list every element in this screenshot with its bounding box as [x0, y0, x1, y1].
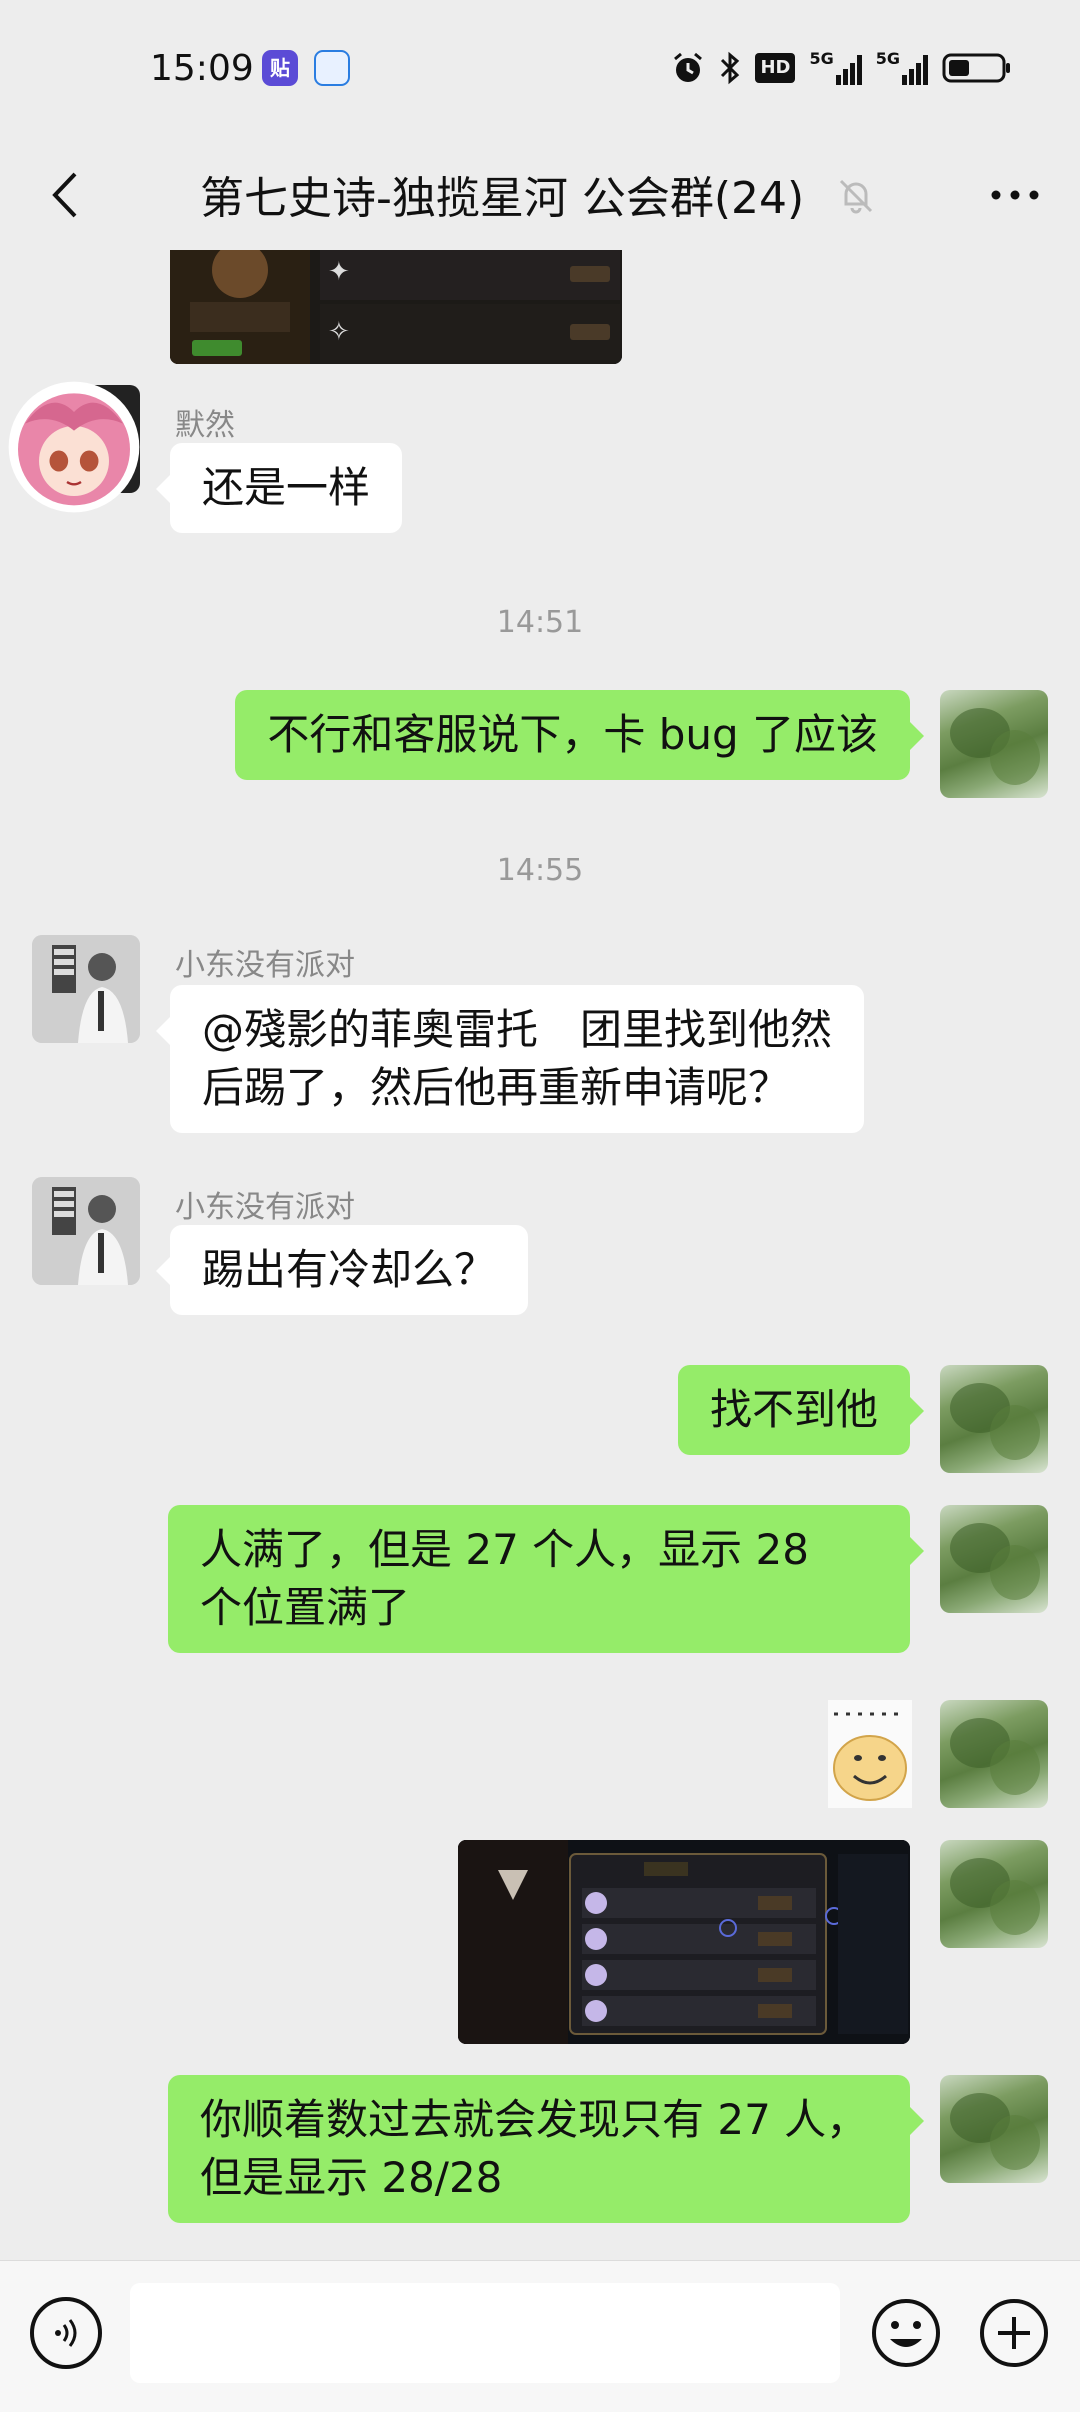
more-functions-button[interactable]	[978, 2297, 1050, 2369]
timestamp: 14:51	[496, 605, 584, 640]
alarm-icon	[674, 52, 703, 82]
game-screenshot-thumbnail	[458, 1840, 910, 2044]
system-icons: HD 5G 5G	[671, 50, 1012, 86]
avatar[interactable]	[0, 381, 140, 513]
svg-text:✧: ✧	[328, 317, 350, 347]
man-photo-avatar-icon	[32, 1177, 140, 1285]
man-photo-avatar-icon	[32, 935, 140, 1043]
message-bubble[interactable]: @殘影的菲奧雷托 团里找到他然 后踢了，然后他再重新申请呢？	[155, 985, 865, 1133]
message-bubble[interactable]: 不行和客服说下，卡 bug 了应该	[235, 690, 924, 780]
message-list[interactable]: ✦ ✧ 默然 还是一样 14:51 不行和客服说下，卡 bug 了应该 14:5…	[0, 250, 1080, 2260]
more-options-button[interactable]	[980, 160, 1050, 230]
message-bubble[interactable]: 还是一样	[155, 443, 403, 533]
status-bar: 15:09 贴 HD 5G 5G	[0, 0, 1080, 140]
anime-avatar-icon	[8, 381, 140, 513]
tieba-app-icon: 贴	[262, 50, 298, 86]
battery-icon	[942, 53, 1010, 83]
input-bar	[0, 2260, 1080, 2412]
avatar[interactable]	[32, 935, 140, 1043]
bell-muted-icon	[839, 179, 873, 214]
image-message[interactable]: ✦ ✧	[170, 250, 622, 364]
5g-signal-icon: 5G	[876, 51, 928, 85]
avatar[interactable]	[940, 1840, 1048, 1948]
svg-text:✦: ✦	[328, 257, 350, 287]
voice-icon	[55, 2319, 77, 2347]
sender-name: 小东没有派对	[175, 948, 355, 983]
message-bubble[interactable]: 找不到他	[677, 1365, 925, 1455]
avatar[interactable]	[940, 1505, 1048, 1613]
bluetooth-icon	[721, 51, 740, 85]
avatar[interactable]	[940, 1700, 1048, 1808]
more-dots-icon	[991, 190, 1039, 200]
5g-signal-icon: 5G	[809, 51, 862, 85]
avatar[interactable]	[32, 1177, 140, 1285]
message-bubble[interactable]: 踢出有冷却么？	[155, 1225, 529, 1315]
avatar[interactable]	[940, 690, 1048, 798]
sender-name: 小东没有派对	[175, 1190, 355, 1225]
sender-name: 默然	[175, 408, 235, 443]
avatar[interactable]	[940, 1365, 1048, 1473]
image-message[interactable]	[458, 1840, 910, 2044]
plus-icon	[980, 2299, 1048, 2367]
back-button[interactable]	[30, 160, 100, 230]
chevron-left-icon	[52, 172, 77, 218]
emoji-button[interactable]	[870, 2297, 942, 2369]
sticker-message[interactable]	[828, 1700, 912, 1808]
telecom-app-icon	[314, 50, 350, 86]
timestamp: 14:55	[496, 853, 584, 888]
message-input[interactable]	[130, 2283, 840, 2383]
voice-button[interactable]	[30, 2297, 102, 2369]
chat-title: 第七史诗-独揽星河 公会群(24)	[200, 173, 805, 224]
game-screenshot-thumbnail: ✦ ✧	[170, 250, 622, 364]
hd-icon: HD	[755, 53, 796, 83]
emoji-icon	[872, 2299, 940, 2367]
status-time: 15:09	[150, 48, 254, 89]
message-bubble[interactable]: 人满了，但是 27 个人，显示 28 个位置满了	[168, 1505, 924, 1653]
avatar[interactable]	[940, 2075, 1048, 2183]
smiley-sticker-icon	[828, 1700, 912, 1808]
chat-header: 第七史诗-独揽星河 公会群(24)	[0, 140, 1080, 250]
message-bubble[interactable]: 你顺着数过去就会发现只有 27 人， 但是显示 28/28	[168, 2075, 924, 2223]
